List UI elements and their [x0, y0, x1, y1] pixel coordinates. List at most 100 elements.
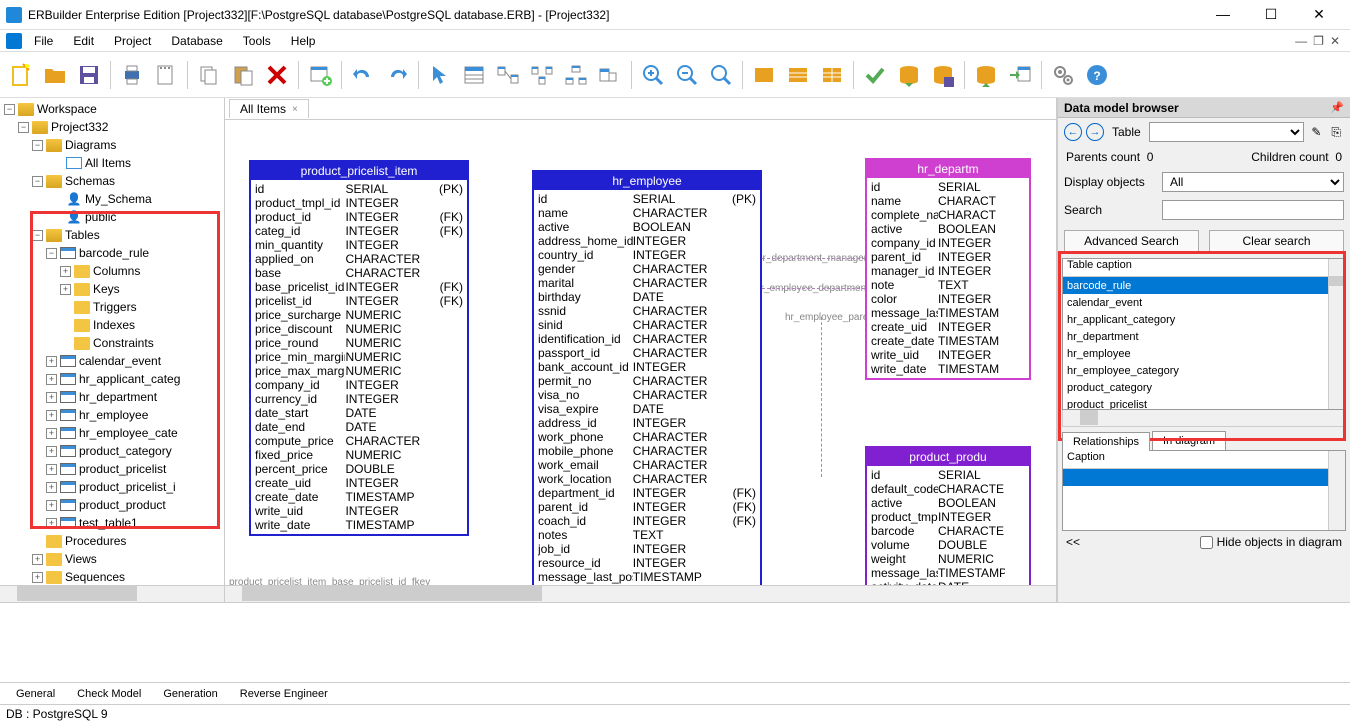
bottom-tab-check[interactable]: Check Model: [67, 686, 151, 702]
add-table-icon[interactable]: [305, 60, 335, 90]
close-button[interactable]: ✕: [1304, 6, 1334, 23]
tree-toggle[interactable]: +: [32, 572, 43, 583]
tree-toggle[interactable]: +: [32, 554, 43, 565]
relation-nm-icon[interactable]: [527, 60, 557, 90]
export-table-icon[interactable]: [1005, 60, 1035, 90]
clear-search-button[interactable]: Clear search: [1209, 230, 1344, 252]
tree-toggle[interactable]: +: [46, 410, 57, 421]
tree-project[interactable]: Project332: [51, 120, 108, 134]
tree-public[interactable]: public: [85, 210, 116, 224]
tree-table-item[interactable]: product_pricelist_i: [79, 480, 176, 494]
tab-in-diagram[interactable]: In diagram: [1152, 431, 1226, 450]
tree-sub[interactable]: Triggers: [93, 300, 137, 314]
sync-db-icon[interactable]: [928, 60, 958, 90]
er-table-pricelist-item[interactable]: product_pricelist_item idSERIAL(PK)produ…: [249, 160, 469, 536]
object-tree[interactable]: −Workspace −Project332 −Diagrams All Ite…: [0, 98, 224, 588]
validate-icon[interactable]: [860, 60, 890, 90]
search-input[interactable]: [1162, 200, 1344, 220]
menu-file[interactable]: File: [26, 32, 61, 50]
view-mode-1-icon[interactable]: [749, 60, 779, 90]
tree-toggle[interactable]: +: [46, 518, 57, 529]
save-icon[interactable]: [74, 60, 104, 90]
relation-1n-icon[interactable]: [493, 60, 523, 90]
tree-toggle[interactable]: −: [18, 122, 29, 133]
menu-database[interactable]: Database: [163, 32, 230, 50]
new-project-icon[interactable]: [6, 60, 36, 90]
tree-toggle[interactable]: +: [46, 356, 57, 367]
tree-toggle[interactable]: +: [46, 464, 57, 475]
er-table-hr-department[interactable]: hr_departm idSERIALnameCHARACTcomplete_n…: [865, 158, 1031, 380]
list-hscroll[interactable]: [1062, 410, 1346, 427]
menu-help[interactable]: Help: [283, 32, 324, 50]
tree-sequences[interactable]: Sequences: [65, 570, 125, 584]
list-item[interactable]: hr_employee: [1063, 345, 1345, 362]
tree-allitems[interactable]: All Items: [85, 156, 131, 170]
tree-table-item[interactable]: test_table1: [79, 516, 138, 530]
tree-toggle[interactable]: +: [46, 482, 57, 493]
copy-icon[interactable]: [194, 60, 224, 90]
bottom-tab-reverse[interactable]: Reverse Engineer: [230, 686, 338, 702]
view-mode-3-icon[interactable]: [817, 60, 847, 90]
select-icon[interactable]: [425, 60, 455, 90]
tree-toggle[interactable]: +: [60, 266, 71, 277]
table-select[interactable]: [1149, 122, 1305, 142]
tree-toggle[interactable]: +: [46, 446, 57, 457]
hide-objects-checkbox[interactable]: [1200, 536, 1213, 549]
tree-toggle[interactable]: −: [4, 104, 15, 115]
tree-table-item[interactable]: hr_department: [79, 390, 157, 404]
list-item[interactable]: hr_employee_category: [1063, 362, 1345, 379]
generate-db-icon[interactable]: [894, 60, 924, 90]
advanced-search-button[interactable]: Advanced Search: [1064, 230, 1199, 252]
settings-icon[interactable]: [1048, 60, 1078, 90]
minimize-button[interactable]: —: [1208, 6, 1238, 23]
menu-project[interactable]: Project: [106, 32, 159, 50]
maximize-button[interactable]: ☐: [1256, 6, 1286, 23]
zoom-in-icon[interactable]: [638, 60, 668, 90]
tree-sub[interactable]: Keys: [93, 282, 120, 296]
bottom-tab-general[interactable]: General: [6, 686, 65, 702]
list-item[interactable]: calendar_event: [1063, 294, 1345, 311]
tree-table-item[interactable]: product_pricelist: [79, 462, 166, 476]
view-mode-2-icon[interactable]: [783, 60, 813, 90]
tree-table-item[interactable]: hr_employee_cate: [79, 426, 178, 440]
tab-relationships[interactable]: Relationships: [1062, 432, 1150, 451]
list-vscroll[interactable]: [1328, 259, 1345, 409]
mdi-minimize[interactable]: —: [1295, 34, 1307, 48]
delete-icon[interactable]: [262, 60, 292, 90]
print-icon[interactable]: [117, 60, 147, 90]
relationship-item[interactable]: [1063, 469, 1345, 486]
display-select[interactable]: All: [1162, 172, 1344, 192]
list-item[interactable]: product_category: [1063, 379, 1345, 396]
collapse-button[interactable]: <<: [1066, 535, 1084, 549]
relationship-list[interactable]: Caption: [1062, 451, 1346, 531]
tree-toggle[interactable]: −: [46, 248, 57, 259]
redo-icon[interactable]: [382, 60, 412, 90]
tree-toggle[interactable]: −: [32, 176, 43, 187]
mdi-restore[interactable]: ❐: [1313, 34, 1324, 48]
er-table-hr-employee[interactable]: hr_employee idSERIAL(PK)nameCHARACTER VA…: [532, 170, 762, 585]
tree-toggle[interactable]: +: [46, 392, 57, 403]
tree-sub[interactable]: Columns: [93, 264, 140, 278]
report-icon[interactable]: [151, 60, 181, 90]
tree-tables[interactable]: Tables: [65, 228, 100, 242]
close-tab-icon[interactable]: ×: [292, 104, 298, 115]
nav-back-icon[interactable]: ←: [1064, 123, 1082, 141]
undo-icon[interactable]: [348, 60, 378, 90]
tree-sub[interactable]: Constraints: [93, 336, 154, 350]
goto-icon[interactable]: ⎘: [1328, 125, 1344, 140]
canvas-hscroll[interactable]: [225, 585, 1056, 602]
tree-diagrams[interactable]: Diagrams: [65, 138, 116, 152]
tree-table-item[interactable]: product_product: [79, 498, 166, 512]
er-table-product-product[interactable]: product_produ idSERIALdefault_codeCHARAC…: [865, 446, 1031, 585]
tree-toggle[interactable]: +: [46, 428, 57, 439]
tree-toggle[interactable]: +: [60, 284, 71, 295]
tree-table-item[interactable]: calendar_event: [79, 354, 161, 368]
relation-self-icon[interactable]: [595, 60, 625, 90]
list-item[interactable]: barcode_rule: [1063, 277, 1345, 294]
rel-vscroll[interactable]: [1328, 451, 1345, 530]
tree-table-item[interactable]: hr_employee: [79, 408, 148, 422]
zoom-fit-icon[interactable]: [706, 60, 736, 90]
tree-table-item[interactable]: product_category: [79, 444, 172, 458]
table-list[interactable]: Table caption barcode_rule calendar_even…: [1062, 258, 1346, 410]
edit-icon[interactable]: ✎: [1308, 125, 1324, 139]
